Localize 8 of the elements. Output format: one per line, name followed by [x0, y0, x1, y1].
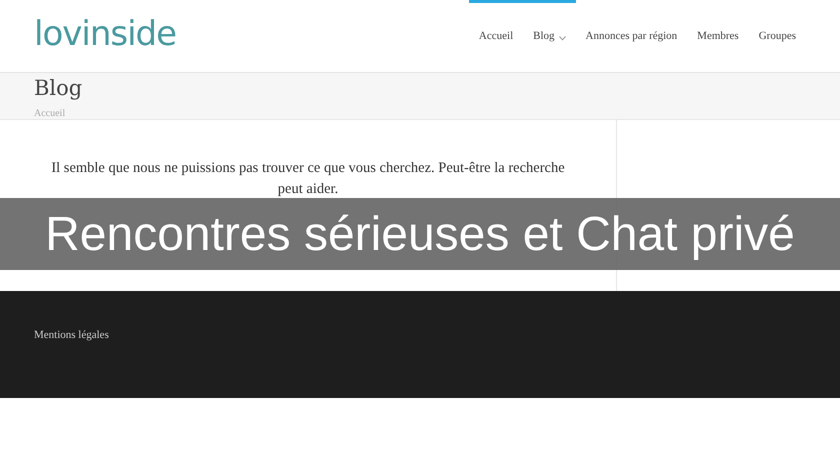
chevron-icon [558, 36, 566, 40]
not-found-message: Il semble que nous ne puissions pas trouver ce que vous cherchez. Peut-être la recherche peut aider. [50, 159, 566, 199]
caption-banner: Rencontres sérieuses et Chat privé [0, 198, 840, 270]
page-title: Blog [34, 75, 84, 101]
nav-link[interactable]: Membres [687, 0, 749, 72]
nav-link[interactable]: Annonces par région [576, 0, 688, 72]
footer-link[interactable]: Mentions légales [34, 329, 109, 341]
nav-link[interactable]: Groupes [748, 0, 806, 72]
